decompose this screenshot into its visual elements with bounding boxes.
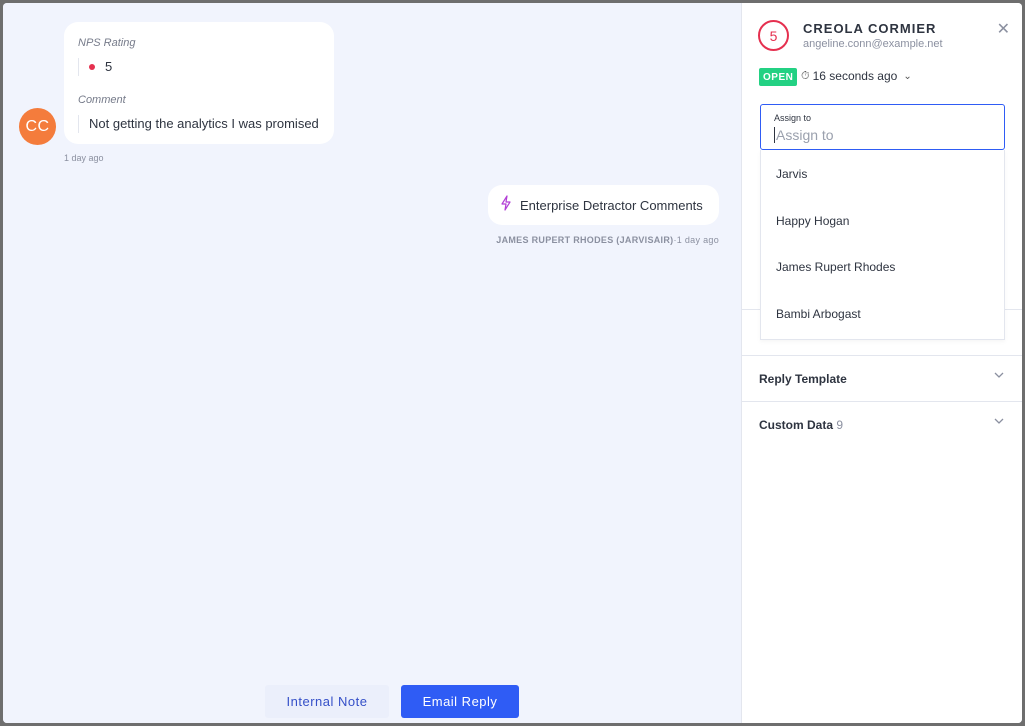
- status-badge[interactable]: OPEN: [759, 68, 798, 86]
- nps-score-value: 5: [769, 27, 778, 44]
- assign-to-input[interactable]: [774, 127, 994, 143]
- customer-name: CREOLA CORMIER: [803, 21, 937, 36]
- incoming-timestamp: 1 day ago: [64, 153, 104, 163]
- outgoing-meta: JAMES RUPERT RHODES (JARVISAIR)·1 day ag…: [496, 235, 719, 245]
- email-reply-button[interactable]: Email Reply: [401, 685, 519, 718]
- outgoing-timestamp: 1 day ago: [676, 235, 719, 245]
- chevron-down-icon: [993, 414, 1005, 432]
- customer-email: angeline.conn@example.net: [803, 38, 943, 50]
- nps-score-badge: 5: [758, 20, 789, 51]
- incoming-message: NPS Rating 5 Comment Not getting the ana…: [64, 22, 334, 144]
- custom-data-label: Custom Data: [759, 418, 834, 432]
- conversation-pane: CC NPS Rating 5 Comment Not getting the …: [3, 3, 741, 723]
- assign-dropdown-list: Jarvis Happy Hogan James Rupert Rhodes B…: [760, 150, 1005, 340]
- nps-label: NPS Rating: [78, 37, 136, 49]
- custom-data-section[interactable]: Custom Data 9: [742, 401, 1022, 447]
- lightning-icon: [500, 194, 512, 216]
- outgoing-text: Enterprise Detractor Comments: [520, 197, 703, 213]
- internal-note-button[interactable]: Internal Note: [265, 685, 389, 718]
- chevron-down-icon: [993, 368, 1005, 386]
- avatar-initials: CC: [25, 117, 50, 135]
- details-panel: 5 CREOLA CORMIER angeline.conn@example.n…: [741, 3, 1022, 723]
- clock-icon: ⏱: [801, 69, 810, 82]
- comment-value: Not getting the analytics I was promised: [78, 115, 319, 133]
- assign-option-jarvis[interactable]: Jarvis: [776, 167, 807, 181]
- assign-option-happy-hogan[interactable]: Happy Hogan: [776, 214, 849, 228]
- chevron-down-icon: ⌄: [903, 70, 912, 82]
- comment-label: Comment: [78, 94, 126, 106]
- reply-template-section[interactable]: Reply Template: [742, 355, 1022, 401]
- custom-data-count: 9: [836, 418, 844, 432]
- outgoing-author: JAMES RUPERT RHODES (JARVISAIR): [496, 235, 674, 245]
- status-time-dropdown[interactable]: ⏱ 16 seconds ago ⌄: [801, 69, 912, 83]
- reply-template-title: Reply Template: [759, 372, 847, 386]
- nps-value-text: 5: [105, 59, 113, 74]
- outgoing-message: Enterprise Detractor Comments: [488, 185, 719, 225]
- detractor-dot-icon: [89, 63, 95, 70]
- assign-option-james-rupert-rhodes[interactable]: James Rupert Rhodes: [776, 260, 895, 274]
- assign-to-label: Assign to: [774, 113, 812, 123]
- assign-option-bambi-arbogast[interactable]: Bambi Arbogast: [776, 307, 861, 321]
- status-time-text: 16 seconds ago: [812, 69, 898, 83]
- avatar: CC: [19, 108, 56, 145]
- custom-data-title: Custom Data 9: [759, 418, 843, 432]
- close-icon[interactable]: ✕: [997, 19, 1010, 39]
- assign-to-field[interactable]: Assign to: [760, 104, 1005, 150]
- app-window: CC NPS Rating 5 Comment Not getting the …: [3, 3, 1022, 723]
- nps-value: 5: [78, 58, 112, 76]
